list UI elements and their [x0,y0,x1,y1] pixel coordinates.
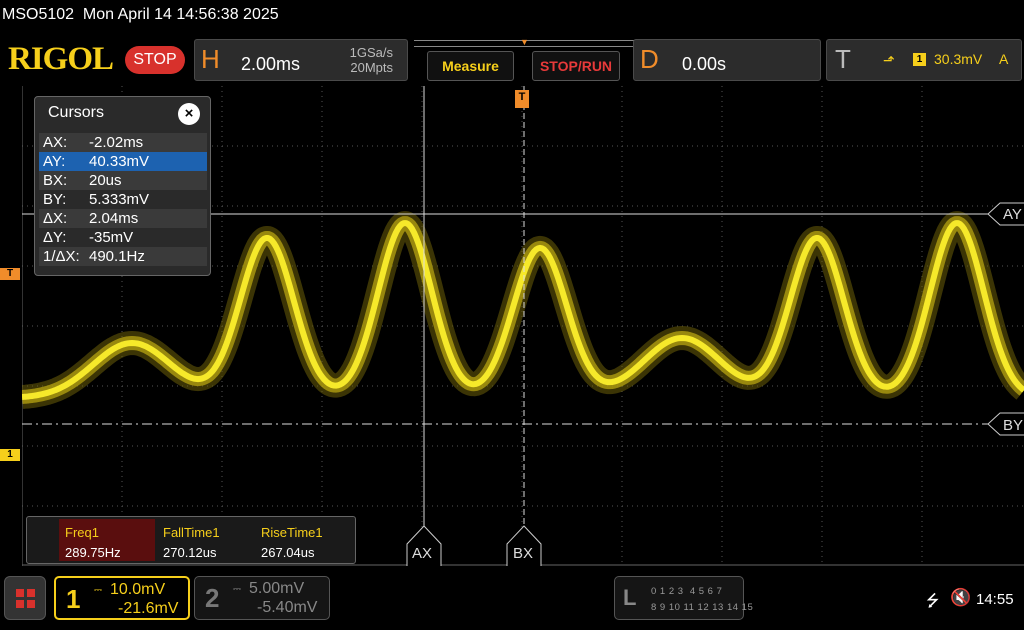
measurement-falltime[interactable]: FallTime1 270.12us [157,519,253,561]
sample-rate: 1GSa/s [349,45,393,60]
trigger-letter: T [835,44,851,74]
cursors-panel: Cursors × AX: -2.02ms AY: 40.33mV BX: 20us BY:… [34,96,211,276]
close-icon[interactable]: × [178,103,200,125]
trigger-settings[interactable]: T ⬏ 1 30.3mV A [826,39,1022,81]
channel1-settings[interactable]: 1 ⎓ 10.0mV -21.6mV [54,576,190,620]
cursor-readout-row[interactable]: 1/ΔX: 490.1Hz [39,247,207,266]
trigger-position-marker[interactable]: T [515,90,529,108]
cursor-readout-row[interactable]: ΔY: -35mV [39,228,207,247]
sample-info: 1GSa/s 20Mpts [350,45,393,75]
channel1-offset-marker[interactable]: 1 [0,449,20,461]
cursor-readout-row[interactable]: BY: 5.333mV [39,190,207,209]
measure-button[interactable]: Measure [427,51,514,81]
cursor-bx-label[interactable]: BX [513,545,533,562]
delay-letter: D [640,44,659,74]
memory-position-icon: ▼ [520,37,529,47]
logic-analyzer-label: L [623,585,637,610]
measurement-value: 289.75Hz [65,545,121,560]
measurement-panel: Freq1 289.75Hz FallTime1 270.12us RiseTi… [26,516,356,564]
measurement-name: Freq1 [65,525,99,540]
bottom-bar: 1 ⎓ 10.0mV -21.6mV 2 ⎓ 5.00mV -5.40mV L … [0,572,1024,630]
cursor-readout-key: 1/ΔX: [43,248,80,265]
mute-icon[interactable]: 🔇 [950,588,971,608]
cursor-readout-value: 2.04ms [89,210,139,227]
delay-settings[interactable]: D 0.00s [633,39,821,81]
rigol-logo: RIGOL [8,41,114,77]
cursor-readout-list: AX: -2.02ms AY: 40.33mV BX: 20us BY: 5.333mV ΔX:… [39,133,207,266]
cursor-readout-key: BX: [43,172,68,189]
measurement-value: 267.04us [261,545,315,560]
channel1-number: 1 [66,584,81,614]
trigger-level: 30.3mV [934,51,983,67]
cursor-readout-value: 5.333mV [89,191,150,208]
trigger-channel: 1 [913,53,926,66]
stop-run-button[interactable]: STOP/RUN [532,51,620,81]
cursor-ax-label[interactable]: AX [412,545,432,562]
cursor-readout-key: ΔX: [43,210,68,227]
dc-coupling-icon: ⎓ [233,584,241,595]
measurement-risetime[interactable]: RiseTime1 267.04us [255,519,351,561]
cursor-readout-row[interactable]: AX: -2.02ms [39,133,207,152]
cursors-panel-title: Cursors [48,104,105,121]
cursor-readout-value: 20us [89,172,122,189]
cursor-readout-row[interactable]: BX: 20us [39,171,207,190]
dc-coupling-icon: ⎓ [94,585,102,596]
cursor-readout-value: 490.1Hz [89,248,145,265]
measurement-value: 270.12us [163,545,217,560]
cursor-readout-value: -2.02ms [89,134,144,151]
cursor-readout-value: 40.33mV [89,153,150,170]
digital-channels-row2: 8 9 10 11 12 13 14 15 [651,602,754,613]
system-clock: 14:55 [976,591,1014,608]
delay-value: 0.00s [682,54,727,74]
header-bar: RIGOL STOP H 2.00ms 1GSa/s 20Mpts ▼ Meas… [0,32,1024,86]
grid-icon-cell [27,600,35,608]
status-line: MSO5102 Mon April 14 14:56:38 2025 [0,0,1024,32]
cursor-readout-value: -35mV [89,229,134,246]
channel1-scale: 10.0mV [110,581,166,598]
memory-depth: 20Mpts [350,60,393,75]
measurement-name: FallTime1 [163,525,220,540]
channel2-scale: 5.00mV [249,580,305,597]
horizontal-settings[interactable]: H 2.00ms 1GSa/s 20Mpts [194,39,408,81]
cursor-readout-key: BY: [43,191,67,208]
channel1-offset: -21.6mV [118,600,179,617]
grid-icon [16,589,24,597]
horizontal-letter: H [201,44,220,74]
measurement-name: RiseTime1 [261,525,323,540]
device-status-text: MSO5102 Mon April 14 14:56:38 2025 [2,6,279,23]
grid-icon-cell [27,589,35,597]
trigger-level-marker[interactable]: T [0,268,20,280]
measurement-freq[interactable]: Freq1 289.75Hz [59,519,155,561]
digital-channels-row1: 0 1 2 3 4 5 6 7 [651,586,723,597]
grid-icon-cell [16,600,24,608]
cursor-readout-key: AY: [43,153,66,170]
channel2-offset: -5.40mV [257,599,318,616]
channel2-settings[interactable]: 2 ⎓ 5.00mV -5.40mV [194,576,330,620]
rising-edge-icon: ⬏ [883,52,895,68]
timebase-value: 2.00ms [241,54,301,74]
cursor-ay-label[interactable]: AY [1003,206,1022,223]
logic-analyzer-settings[interactable]: L 0 1 2 3 4 5 6 7 8 9 10 11 12 13 14 15 [614,576,753,620]
cursor-by-label[interactable]: BY [1003,417,1023,434]
trigger-mode: A [999,51,1009,67]
channel2-number: 2 [205,583,220,613]
cursor-readout-key: ΔY: [43,229,67,246]
usb-icon: ⭍ [926,593,940,610]
cursor-readout-row[interactable]: ΔX: 2.04ms [39,209,207,228]
cursor-readout-key: AX: [43,134,68,151]
cursor-readout-row[interactable]: AY: 40.33mV [39,152,207,171]
run-state-badge[interactable]: STOP [125,46,185,74]
home-menu-button[interactable] [4,576,46,620]
